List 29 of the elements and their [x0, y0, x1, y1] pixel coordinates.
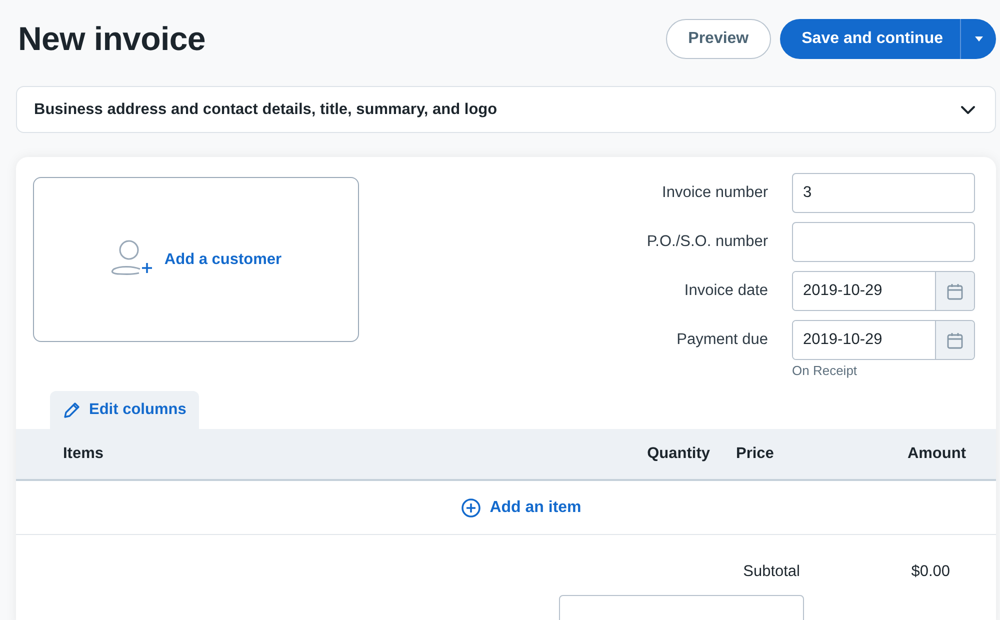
details-accordion[interactable]: Business address and contact details, title, summary, and logo	[16, 86, 996, 133]
column-header: Amount	[906, 445, 966, 463]
add-circle-icon	[460, 498, 481, 518]
caret-icon	[974, 36, 984, 42]
total-value: $0.00	[911, 563, 950, 581]
add-item-button[interactable]: Add an item	[460, 498, 582, 518]
input-field[interactable]: 3	[792, 173, 975, 213]
field-label: P.O./S.O. number	[646, 233, 768, 251]
field-label: Invoice number	[661, 184, 768, 202]
save-button[interactable]: Save and continue	[780, 19, 960, 59]
field-label: Payment due	[676, 331, 768, 349]
calendar-icon[interactable]	[935, 272, 974, 310]
preview-button[interactable]: Preview	[666, 19, 771, 59]
total-label: Subtotal	[743, 563, 800, 581]
column-header: Items	[63, 445, 104, 463]
pencil-icon	[63, 401, 81, 419]
accordion-title: Business address and contact details, title, summary, and logo	[34, 100, 498, 118]
input-field[interactable]	[792, 222, 975, 262]
date-field[interactable]: 2019-10-29	[792, 271, 975, 311]
field-label: Invoice date	[683, 282, 768, 300]
add-customer-button[interactable]: Add a customer	[33, 177, 359, 342]
field-hint: On Receipt	[792, 363, 858, 378]
column-header: Quantity	[646, 445, 711, 463]
dropdown-button[interactable]	[960, 19, 996, 59]
page-title: New invoice	[18, 20, 206, 58]
date-field[interactable]: 2019-10-29	[792, 320, 975, 360]
calendar-icon[interactable]	[935, 321, 974, 359]
edit-columns-tab[interactable]: Edit columns	[50, 391, 200, 429]
column-header: Price	[735, 445, 775, 463]
